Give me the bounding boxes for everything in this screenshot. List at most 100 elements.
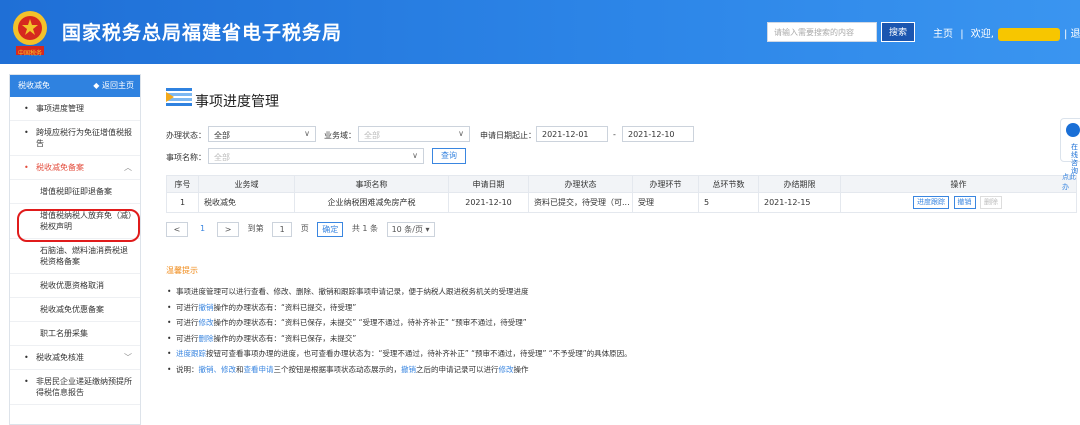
pagination: < 1 > 到第 1 页 确定 共 1 条 10 条/页 ▾	[166, 222, 441, 237]
nav-divider: |	[960, 29, 964, 40]
query-button[interactable]: 查询	[432, 148, 466, 164]
tip-text: 事项进度管理可以进行查看、修改、删除、撤销和跟踪事项申请记录，便于纳税人跟进税务…	[176, 287, 529, 296]
goto-confirm-button[interactable]: 确定	[317, 222, 344, 237]
row-total: 5	[698, 192, 759, 213]
tip-text: 说明：	[176, 364, 199, 374]
tip-highlight: 进度跟踪	[176, 349, 206, 358]
sidebar-item-label: 事项进度管理	[36, 104, 84, 113]
sidebar-item-approval[interactable]: • 税收减免核准 ﹀	[10, 346, 140, 370]
table-row: 1 税收减免 企业纳税困难减免房产税 2021-12-10 资料已提交，待受理（…	[166, 192, 1077, 213]
tip-text: 可进行	[176, 302, 199, 312]
tips-list: 事项进度管理可以进行查看、修改、删除、撤销和跟踪事项申请记录，便于纳税人跟进税务…	[166, 284, 632, 377]
col-step: 办理环节	[632, 175, 699, 193]
highlight-annotation-ring	[17, 209, 140, 242]
tip-highlight: 修改	[498, 364, 514, 374]
user-name-redacted	[997, 27, 1060, 41]
back-home-label: 返回主页	[102, 81, 134, 90]
col-total: 总环节数	[698, 175, 759, 193]
page-size-select[interactable]: 10 条/页 ▾	[386, 222, 435, 237]
row-domain: 税收减免	[198, 192, 295, 213]
click-handle-link[interactable]: 点此办	[1062, 172, 1080, 192]
tip-text: 操作的办理状态有：“资料已保存，未提交”	[213, 333, 357, 343]
back-home-link[interactable]: ◆ 返回主页	[93, 75, 134, 97]
date-from-input[interactable]: 2021-12-01	[536, 126, 608, 142]
sidebar-item-progress[interactable]: • 事项进度管理	[10, 97, 140, 121]
current-page[interactable]: 1	[197, 222, 209, 237]
sidebar-item-label: 跨境应税行为免征增值税报告	[36, 128, 132, 148]
tip-highlight: 撤销	[401, 364, 416, 374]
delete-button[interactable]: 删除	[980, 196, 1003, 209]
back-arrow-icon: ◆	[93, 81, 102, 90]
sidebar-item-cross-border[interactable]: • 跨境应税行为免征增值税报告	[10, 121, 140, 156]
sidebar-header: 税收减免 ◆ 返回主页	[10, 75, 140, 97]
date-range-label: 申请日期起止：	[480, 131, 536, 140]
tip-highlight: 撤销	[198, 302, 214, 312]
bullet-icon: •	[24, 163, 29, 172]
date-separator: -	[613, 130, 616, 139]
tip-item: 可进行删除操作的办理状态有：“资料已保存，未提交”	[166, 331, 632, 347]
chevron-down-icon: ∨	[304, 129, 310, 138]
status-select[interactable]: 全部 ∨	[208, 126, 316, 142]
sidebar-item-exemption-filing[interactable]: • 税收减免备案 ︿	[10, 156, 140, 180]
tip-text: 三个按钮是根据事项状态动态展示的，	[273, 364, 402, 374]
tip-text: 可进行	[176, 318, 199, 327]
row-index: 1	[166, 192, 199, 213]
col-deadline: 办结期限	[758, 175, 841, 193]
sidebar-sub-refund-filing[interactable]: 增值税即征即退备案	[10, 180, 140, 204]
prev-page-button[interactable]: <	[166, 222, 188, 237]
search-button[interactable]: 搜索	[881, 22, 915, 42]
domain-label: 业务域：	[324, 131, 356, 140]
tip-item: 可进行修改操作的办理状态有：“资料已保存，未提交” “受理不通过，待补齐补正” …	[166, 315, 632, 331]
online-help-widget[interactable]: 在线咨询	[1060, 118, 1080, 175]
tip-highlight: 删除	[198, 333, 214, 343]
tip-text: 按钮可查看事项办理的进度，也可查看办理状态为：“受理不通过，待补齐补正” “预审…	[206, 349, 632, 358]
sidebar-item-label: 税收减免备案	[36, 163, 84, 172]
results-table: 序号 业务域 事项名称 申请日期 办理状态 办理环节 总环节数 办结期限 操作 …	[166, 175, 1077, 213]
main-content: 事项进度管理 办理状态： 全部 ∨ 业务域： 全部 ∨ 申请日期起止： 2021…	[150, 74, 1080, 425]
domain-select[interactable]: 全部 ∨	[358, 126, 470, 142]
track-progress-button[interactable]: 进度跟踪	[912, 196, 949, 209]
site-title: 国家税务总局福建省电子税务局	[62, 22, 343, 44]
col-status: 办理状态	[528, 175, 633, 193]
sidebar-title: 税收减免	[18, 81, 50, 90]
sidebar-sub-preference-filing[interactable]: 税收减免优惠备案	[10, 298, 140, 322]
welcome-text: 欢迎,	[970, 29, 994, 40]
goto-page-input[interactable]: 1	[272, 222, 293, 237]
exit-link[interactable]: | 退出	[1064, 29, 1080, 40]
col-name: 事项名称	[294, 175, 449, 193]
sidebar-sub-employee-roster[interactable]: 职工名册采集	[10, 322, 140, 346]
tip-text: 可进行	[176, 333, 199, 343]
total-count: 共 1 条	[351, 224, 379, 233]
col-index: 序号	[166, 175, 199, 193]
tips-title: 温馨提示	[166, 266, 198, 275]
bullet-icon: •	[24, 104, 29, 113]
top-header: 中国税务 国家税务总局福建省电子税务局 请输入需要搜索的内容 搜索 主页 | 欢…	[0, 0, 1080, 64]
tip-text: 和	[236, 364, 244, 374]
sidebar-sub-naphtha-refund[interactable]: 石脑油、燃料油消费税退税资格备案	[10, 239, 140, 274]
sidebar: 税收减免 ◆ 返回主页 • 事项进度管理 • 跨境应税行为免征增值税报告 • 税…	[9, 74, 141, 425]
chevron-up-icon: ︿	[124, 163, 132, 172]
page-size-value: 10 条/页	[391, 225, 423, 234]
row-name: 企业纳税困难减免房产税	[294, 192, 449, 213]
tip-item: 说明：撤销、修改和查看申请三个按钮是根据事项状态动态展示的，撤销之后的申请记录可…	[166, 362, 632, 378]
sidebar-sub-qualification-cancel[interactable]: 税收优惠资格取消	[10, 274, 140, 298]
col-domain: 业务域	[198, 175, 295, 193]
revoke-button[interactable]: 撤销	[953, 196, 976, 209]
home-link[interactable]: 主页	[933, 29, 953, 40]
tip-highlight: 查看申请	[243, 364, 274, 374]
page-unit-label: 页	[300, 224, 309, 233]
sidebar-item-nonresident[interactable]: • 非居民企业递延缴纳预提所得税信息报告	[10, 370, 140, 405]
bullet-icon: •	[24, 128, 29, 137]
date-to-input[interactable]: 2021-12-10	[622, 126, 694, 142]
search-input[interactable]: 请输入需要搜索的内容	[767, 22, 877, 42]
name-select[interactable]: 全部 ∨	[208, 148, 424, 164]
tip-text: 之后的申请记录可以进行	[416, 364, 499, 374]
tip-text: 操作的办理状态有：“资料已保存，未提交” “受理不通过，待补齐补正” “预审不通…	[213, 318, 527, 327]
row-deadline: 2021-12-15	[758, 192, 841, 213]
next-page-button[interactable]: >	[217, 222, 240, 237]
chevron-down-icon: ∨	[458, 129, 464, 138]
domain-value: 全部	[364, 131, 380, 140]
tip-item: 事项进度管理可以进行查看、修改、删除、撤销和跟踪事项申请记录，便于纳税人跟进税务…	[166, 284, 632, 300]
goto-label: 到第	[247, 224, 264, 233]
sidebar-item-label: 非居民企业递延缴纳预提所得税信息报告	[36, 377, 132, 397]
